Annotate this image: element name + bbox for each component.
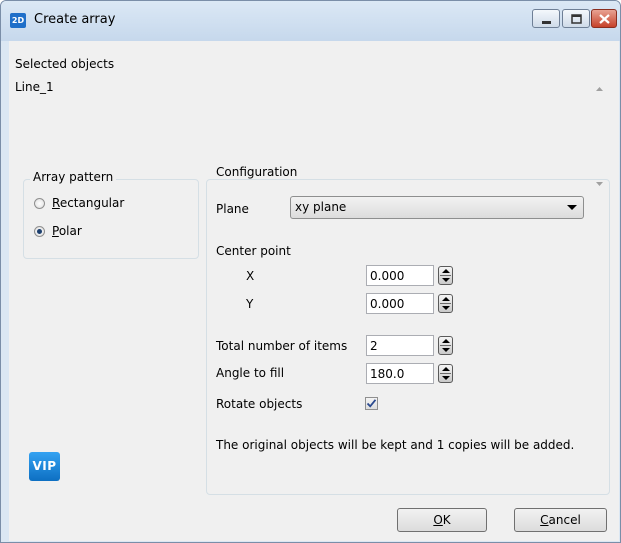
spin-down-icon[interactable] (442, 376, 450, 380)
center-y-input[interactable]: 0.000 (366, 293, 434, 314)
minimize-button[interactable] (532, 9, 560, 28)
polar-radio[interactable] (34, 226, 45, 237)
spin-up-icon[interactable] (442, 339, 450, 343)
window-title: Create array (34, 12, 116, 27)
total-items-input[interactable]: 2 (366, 335, 434, 356)
center-x-spinner[interactable] (438, 266, 453, 285)
spin-up-icon[interactable] (442, 297, 450, 301)
app-2d-icon: 2D (10, 13, 26, 28)
angle-spinner[interactable] (438, 364, 453, 383)
plane-selected-value: xy plane (295, 200, 347, 214)
maximize-icon (571, 14, 582, 24)
center-x-label: X (246, 269, 255, 283)
checkmark-icon (366, 399, 377, 408)
spin-up-icon[interactable] (442, 269, 450, 273)
info-text: The original objects will be kept and 1 … (216, 438, 575, 452)
total-items-label: Total number of items (216, 339, 348, 353)
rectangular-label[interactable]: Rectangular (52, 196, 124, 210)
array-pattern-group (23, 179, 199, 259)
rotate-objects-checkbox[interactable] (365, 397, 378, 410)
maximize-button[interactable] (562, 9, 590, 28)
close-button[interactable] (591, 9, 617, 28)
plane-dropdown[interactable]: xy plane (290, 196, 584, 219)
center-y-label: Y (246, 297, 254, 311)
chevron-down-icon (567, 205, 577, 210)
vip-badge[interactable]: VIP (29, 452, 60, 481)
polar-label[interactable]: Polar (52, 224, 82, 238)
total-items-spinner[interactable] (438, 336, 453, 355)
center-point-label: Center point (216, 244, 291, 258)
scroll-up-icon[interactable] (596, 87, 603, 91)
rotate-objects-label: Rotate objects (216, 397, 303, 411)
spin-down-icon[interactable] (442, 348, 450, 352)
configuration-title: Configuration (213, 165, 301, 179)
angle-input[interactable]: 180.0 (366, 363, 434, 384)
minimize-icon (542, 21, 551, 24)
spin-up-icon[interactable] (442, 367, 450, 371)
title-bar[interactable]: 2D Create array (1, 1, 620, 41)
angle-label: Angle to fill (216, 366, 285, 380)
close-icon (599, 14, 610, 24)
array-pattern-title: Array pattern (30, 170, 117, 184)
plane-label: Plane (216, 202, 249, 216)
ok-button[interactable]: OK (397, 508, 487, 532)
radio-selected-dot (37, 229, 42, 234)
selected-objects-label: Selected objects (15, 57, 115, 71)
spin-down-icon[interactable] (442, 306, 450, 310)
dialog-content: Selected objects Line_1 Array pattern Re… (9, 41, 619, 541)
center-x-input[interactable]: 0.000 (366, 265, 434, 286)
rectangular-radio[interactable] (34, 198, 45, 209)
list-item[interactable]: Line_1 (15, 80, 54, 94)
cancel-button[interactable]: Cancel (514, 508, 607, 532)
center-y-spinner[interactable] (438, 294, 453, 313)
vertical-scrollbar[interactable] (591, 78, 608, 188)
spin-down-icon[interactable] (442, 278, 450, 282)
create-array-dialog: 2D Create array Selected objects Line_1 (0, 0, 621, 543)
